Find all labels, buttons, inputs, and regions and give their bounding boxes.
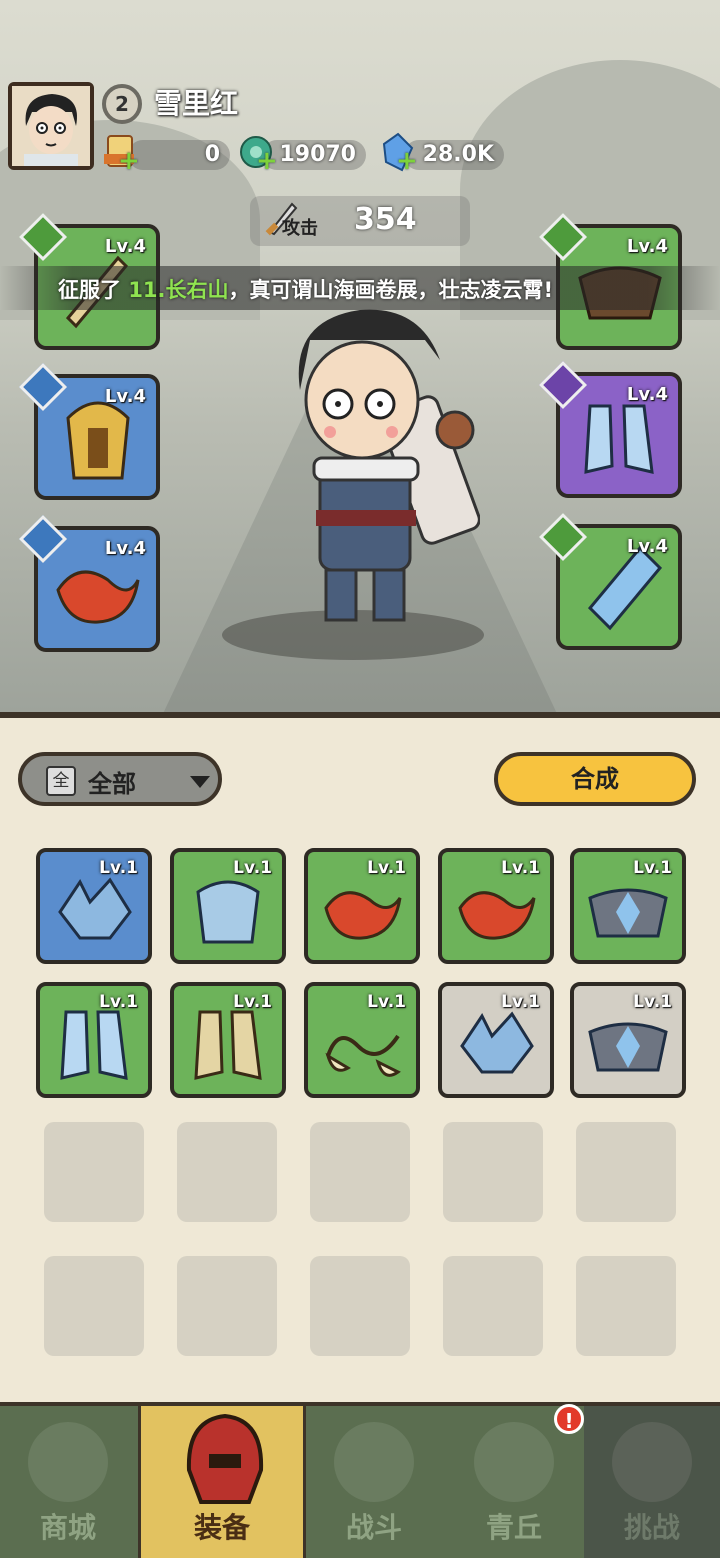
filter-label: 全部	[88, 770, 136, 798]
filter-all-icon: 全	[46, 766, 76, 796]
chevron-down-icon	[190, 776, 210, 788]
notification-badge: !	[554, 1404, 584, 1434]
item-level: Lv.1	[367, 858, 406, 878]
equip-level: Lv.4	[626, 536, 668, 557]
inventory-item[interactable]: Lv.1	[570, 982, 686, 1098]
player-name: 雪里红	[154, 87, 239, 120]
inventory-item[interactable]: Lv.1	[304, 848, 420, 964]
nav-label: 装备	[193, 1511, 250, 1544]
add-crystal-button[interactable]: +	[396, 146, 418, 176]
empty-slot	[44, 1256, 144, 1356]
item-level: Lv.1	[99, 858, 138, 878]
inventory-item[interactable]: Lv.1	[438, 982, 554, 1098]
empty-slot	[443, 1122, 543, 1222]
empty-slot	[177, 1122, 277, 1222]
resource-ticket-value: 0	[128, 140, 230, 170]
player-level: 2	[102, 84, 142, 124]
nav-label: 青丘	[485, 1511, 542, 1544]
resource-crystal-value: 28.0K	[404, 140, 504, 170]
empty-slot	[44, 1122, 144, 1222]
attack-label: 攻击	[282, 218, 318, 239]
add-ticket-button[interactable]: +	[118, 146, 140, 176]
inventory-item[interactable]: Lv.1	[438, 848, 554, 964]
inventory-item[interactable]: Lv.1	[36, 982, 152, 1098]
equip-level: Lv.4	[104, 386, 146, 407]
nav-label: 挑战	[623, 1511, 680, 1544]
nav-battle[interactable]: 战斗	[306, 1406, 442, 1558]
equip-level: Lv.4	[104, 236, 146, 257]
nav-label: 战斗	[345, 1511, 402, 1544]
item-level: Lv.1	[501, 858, 540, 878]
inventory-item[interactable]: Lv.1	[170, 848, 286, 964]
inventory-item[interactable]: Lv.1	[170, 982, 286, 1098]
equip-level: Lv.4	[626, 236, 668, 257]
item-level: Lv.1	[233, 992, 272, 1012]
bottom-nav: 商城 装备 战斗 青丘 挑战	[0, 1402, 720, 1558]
helmet-icon	[179, 1410, 271, 1510]
banner-highlight: 11.长右山	[128, 278, 229, 302]
nav-shop[interactable]: 商城	[0, 1406, 136, 1558]
item-level: Lv.1	[633, 858, 672, 878]
inventory-item[interactable]: Lv.1	[304, 982, 420, 1098]
empty-slot	[576, 1256, 676, 1356]
banner-prefix: 征服了	[58, 278, 129, 302]
challenge-icon	[612, 1422, 692, 1502]
nav-challenge[interactable]: 挑战	[584, 1406, 720, 1558]
equip-level: Lv.4	[626, 384, 668, 405]
empty-slot	[310, 1122, 410, 1222]
filter-dropdown[interactable]: 全 全部	[18, 752, 222, 806]
mountain-icon	[474, 1422, 554, 1502]
item-level: Lv.1	[99, 992, 138, 1012]
empty-slot	[576, 1122, 676, 1222]
empty-slot	[310, 1256, 410, 1356]
banner-suffix: ，真可谓山海画卷展，壮志凌云霄!	[228, 278, 554, 302]
equip-level: Lv.4	[104, 538, 146, 559]
player-avatar[interactable]	[8, 82, 94, 170]
item-level: Lv.1	[633, 992, 672, 1012]
item-level: Lv.1	[367, 992, 406, 1012]
hero-character[interactable]	[250, 300, 481, 640]
crossed-swords-icon	[334, 1422, 414, 1502]
item-level: Lv.1	[233, 858, 272, 878]
inventory-item[interactable]: Lv.1	[36, 848, 152, 964]
item-level: Lv.1	[501, 992, 540, 1012]
empty-slot	[177, 1256, 277, 1356]
empty-slot	[443, 1256, 543, 1356]
nav-label: 商城	[39, 1511, 96, 1544]
shop-icon	[28, 1422, 108, 1502]
inventory-item[interactable]: Lv.1	[570, 848, 686, 964]
nav-equipment[interactable]: 装备	[138, 1406, 306, 1558]
attack-value: 354	[354, 202, 417, 237]
add-jade-button[interactable]: +	[256, 146, 278, 176]
synthesize-button[interactable]: 合成	[494, 752, 696, 806]
